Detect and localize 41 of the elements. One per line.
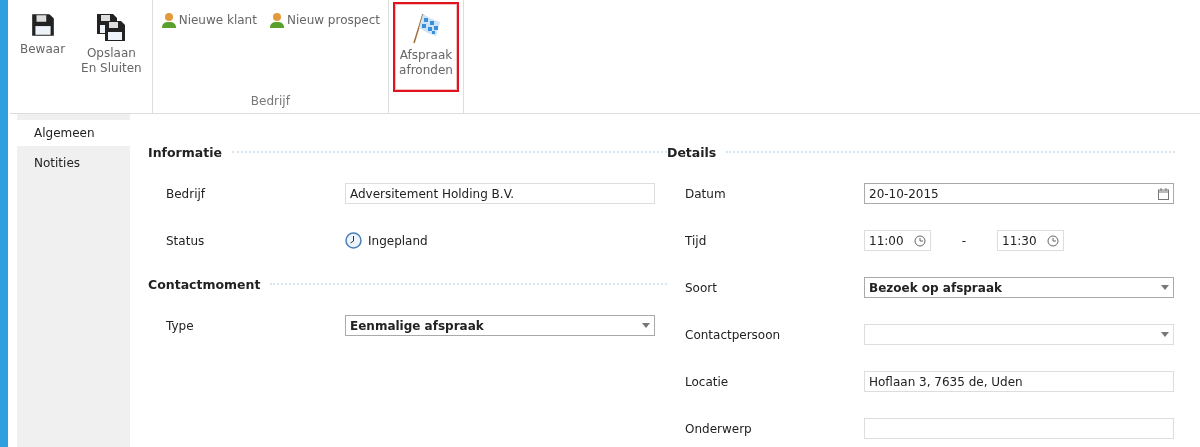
- floppy-disks-icon: [95, 12, 128, 42]
- group-label: Bedrijf: [249, 94, 292, 110]
- dropdown-caret-icon: [642, 323, 650, 328]
- field-label: Bedrijf: [166, 186, 207, 201]
- range-separator: -: [960, 233, 968, 248]
- dropdown-field[interactable]: Eenmalige afspraak: [345, 315, 655, 336]
- section-title: Details: [667, 144, 717, 160]
- dropdown-field[interactable]: [864, 324, 1174, 345]
- time-field[interactable]: 11:00: [864, 230, 931, 251]
- status-text: Ingepland: [368, 233, 428, 248]
- ribbon-button[interactable]: Bewaar: [14, 2, 72, 63]
- clock-icon: [914, 234, 926, 247]
- sidebar-tab[interactable]: Notities: [17, 150, 130, 176]
- field-label: Type: [166, 318, 195, 333]
- dropdown-caret-icon: [1161, 332, 1169, 337]
- ribbon-button[interactable]: Nieuwe klant: [156, 2, 261, 32]
- field-label: Locatie: [685, 374, 730, 389]
- sidebar-tab[interactable]: Algemeen: [17, 120, 130, 146]
- ribbon-button[interactable]: Afspraak afronden: [393, 2, 459, 92]
- section-title: Informatie: [148, 144, 222, 160]
- person-icon: [160, 12, 177, 28]
- field-label: Onderwerp: [685, 421, 753, 436]
- time-field[interactable]: 11:30: [997, 230, 1064, 251]
- clock-icon: [345, 232, 362, 249]
- text-field[interactable]: Adversitement Holding B.V.: [345, 183, 655, 204]
- person-icon: [268, 12, 285, 28]
- field-label: Soort: [685, 280, 718, 295]
- field-label: Datum: [685, 186, 727, 201]
- section-title: Contactmoment: [148, 276, 261, 292]
- field-label: Contactpersoon: [685, 327, 782, 342]
- text-field[interactable]: [864, 418, 1174, 439]
- ribbon-button[interactable]: Opslaan En Sluiten: [75, 2, 148, 82]
- text-field[interactable]: Hoflaan 3, 7635 de, Uden: [864, 371, 1174, 392]
- field-label: Tijd: [685, 233, 708, 248]
- dropdown-caret-icon: [1161, 285, 1169, 290]
- date-field[interactable]: 20-10-2015: [864, 183, 1174, 204]
- calendar-icon: [1158, 187, 1169, 200]
- dropdown-field[interactable]: Bezoek op afspraak: [864, 277, 1174, 298]
- clock-icon: [1047, 234, 1059, 247]
- field-label: Status: [166, 233, 206, 248]
- ribbon-button[interactable]: Nieuw prospect: [264, 2, 385, 32]
